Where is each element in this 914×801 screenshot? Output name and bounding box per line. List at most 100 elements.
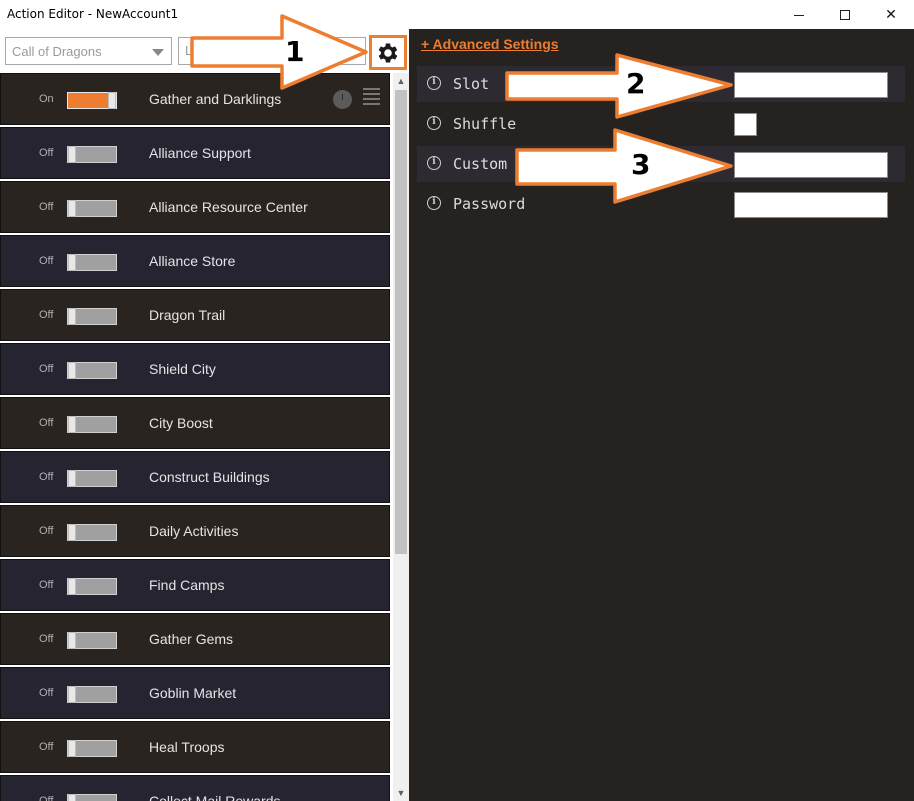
action-row[interactable]: Off Construct Buildings: [0, 451, 390, 503]
action-state-label: Off: [39, 687, 54, 699]
close-button[interactable]: ✕: [868, 0, 914, 29]
arrow-right-icon: [505, 53, 733, 119]
action-toggle[interactable]: [67, 200, 117, 217]
close-icon: ✕: [885, 6, 897, 22]
game-select[interactable]: Call of Dragons: [5, 37, 172, 65]
action-name: City Boost: [149, 415, 213, 431]
callout-number: 2: [626, 67, 646, 100]
action-row[interactable]: Off Find Camps: [0, 559, 390, 611]
action-row[interactable]: Off Alliance Support: [0, 127, 390, 179]
callout-arrow-1: 1: [190, 12, 370, 92]
shuffle-checkbox[interactable]: [734, 113, 757, 136]
callout-number: 3: [631, 148, 651, 181]
action-state-label: Off: [39, 363, 54, 375]
action-state-label: Off: [39, 147, 54, 159]
toggle-knob: [68, 794, 76, 801]
info-icon[interactable]: i: [427, 156, 441, 170]
title-bar: Action Editor - NewAccount1 ✕: [0, 0, 914, 29]
action-state-label: Off: [39, 201, 54, 213]
clock-icon[interactable]: [333, 90, 352, 109]
action-name: Gather and Darklings: [149, 91, 282, 107]
action-state-label: Off: [39, 741, 54, 753]
action-row[interactable]: Off Alliance Store: [0, 235, 390, 287]
toggle-knob: [68, 740, 76, 757]
toggle-knob: [68, 470, 76, 487]
arrow-right-icon: [190, 14, 368, 90]
action-toggle[interactable]: [67, 416, 117, 433]
scroll-up-button[interactable]: ▲: [393, 73, 409, 89]
callout-number: 1: [285, 35, 305, 68]
custom-input[interactable]: [734, 152, 888, 178]
settings-button[interactable]: [369, 35, 407, 70]
action-toggle[interactable]: [67, 308, 117, 325]
actions-list: On Gather and Darklings Off Alliance Suppor…: [0, 73, 393, 801]
action-state-label: Off: [39, 255, 54, 267]
action-state-label: Off: [39, 579, 54, 591]
action-name: Goblin Market: [149, 685, 237, 701]
action-name: Find Camps: [149, 577, 225, 593]
action-toggle[interactable]: [67, 254, 117, 271]
toggle-knob: [68, 362, 76, 379]
advanced-settings-link[interactable]: + Advanced Settings: [421, 36, 559, 52]
action-toggle[interactable]: [67, 740, 117, 757]
action-name: Alliance Support: [149, 145, 251, 161]
toggle-knob: [68, 254, 76, 271]
action-toggle[interactable]: [67, 470, 117, 487]
minimize-button[interactable]: [776, 0, 822, 29]
action-toggle[interactable]: [67, 362, 117, 379]
action-row[interactable]: Off Dragon Trail: [0, 289, 390, 341]
toggle-knob: [68, 578, 76, 595]
action-name: Construct Buildings: [149, 469, 270, 485]
action-toggle[interactable]: [67, 686, 117, 703]
password-input[interactable]: [734, 192, 888, 218]
toggle-knob: [68, 308, 76, 325]
action-name: Heal Troops: [149, 739, 225, 755]
scroll-down-button[interactable]: ▼: [393, 785, 409, 801]
maximize-icon: [840, 9, 850, 20]
action-toggle[interactable]: [67, 146, 117, 163]
toggle-knob: [108, 92, 116, 109]
maximize-button[interactable]: [822, 0, 868, 29]
setting-label: Slot: [453, 75, 490, 93]
setting-label: Custom: [453, 155, 508, 173]
action-state-label: On: [39, 93, 54, 105]
action-state-label: Off: [39, 525, 54, 537]
actions-scrollbar[interactable]: ▲ ▼: [393, 73, 409, 801]
action-toggle[interactable]: [67, 92, 117, 109]
slot-input[interactable]: [734, 72, 888, 98]
action-state-label: Off: [39, 633, 54, 645]
arrow-right-icon: [515, 128, 733, 204]
action-toggle[interactable]: [67, 794, 117, 801]
toggle-knob: [68, 686, 76, 703]
callout-arrow-2: 2: [505, 53, 735, 125]
action-row[interactable]: Off Collect Mail Rewards: [0, 775, 390, 801]
action-row[interactable]: Off Goblin Market: [0, 667, 390, 719]
action-row[interactable]: Off City Boost: [0, 397, 390, 449]
action-name: Gather Gems: [149, 631, 234, 647]
toggle-knob: [68, 524, 76, 541]
action-toggle[interactable]: [67, 632, 117, 649]
callout-arrow-3: 3: [515, 128, 735, 206]
action-name: Dragon Trail: [149, 307, 226, 323]
action-row[interactable]: Off Daily Activities: [0, 505, 390, 557]
window-title: Action Editor - NewAccount1: [7, 7, 179, 21]
action-name: Daily Activities: [149, 523, 239, 539]
action-name: Collect Mail Rewards: [149, 793, 281, 801]
toggle-knob: [68, 200, 76, 217]
action-toggle[interactable]: [67, 524, 117, 541]
action-row[interactable]: Off Gather Gems: [0, 613, 390, 665]
action-row[interactable]: Off Shield City: [0, 343, 390, 395]
action-row[interactable]: Off Heal Troops: [0, 721, 390, 773]
action-row[interactable]: Off Alliance Resource Center: [0, 181, 390, 233]
minimize-icon: [794, 15, 804, 16]
info-icon[interactable]: i: [427, 116, 441, 130]
scrollbar-thumb[interactable]: [395, 90, 407, 554]
chevron-down-icon: [152, 49, 164, 56]
action-state-label: Off: [39, 309, 54, 321]
info-icon[interactable]: i: [427, 76, 441, 90]
toggle-knob: [68, 416, 76, 433]
info-icon[interactable]: i: [427, 196, 441, 210]
action-toggle[interactable]: [67, 578, 117, 595]
game-select-value: Call of Dragons: [12, 44, 102, 59]
toggle-knob: [68, 632, 76, 649]
